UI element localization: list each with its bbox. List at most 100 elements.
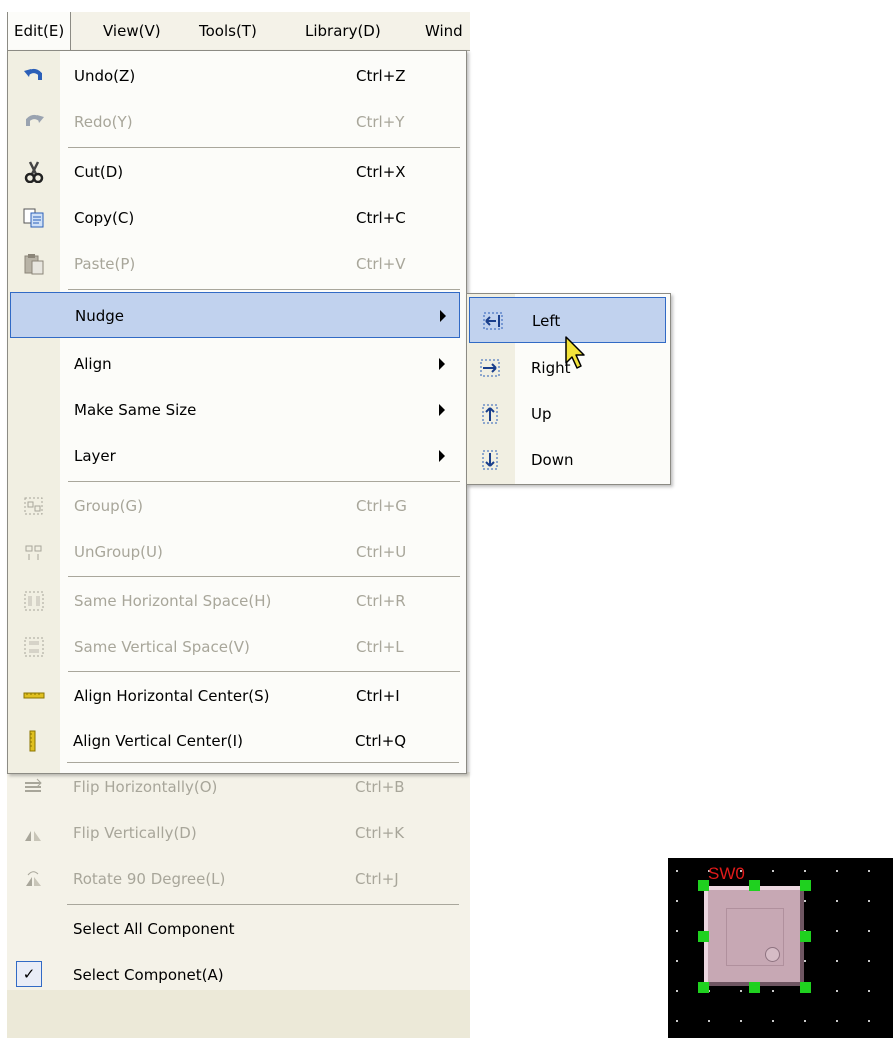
- menu-item-label: Redo(Y): [74, 113, 133, 131]
- menu-item-align[interactable]: Align: [8, 341, 466, 387]
- mouse-cursor-icon: [565, 336, 585, 369]
- grid-dot: [836, 900, 838, 902]
- grid-dot: [804, 960, 806, 962]
- submenu-item-label: Up: [531, 405, 552, 423]
- menu-item-same-horizontal-space[interactable]: Same Horizontal Space(H) Ctrl+R: [8, 578, 466, 624]
- grid-dot: [836, 990, 838, 992]
- undo-icon: [23, 65, 45, 87]
- grid-dot: [868, 990, 870, 992]
- grid-dot: [868, 960, 870, 962]
- menu-separator: [68, 671, 460, 672]
- vertical-space-icon: [23, 636, 45, 658]
- menu-item-label: Flip Vertically(D): [73, 824, 197, 842]
- menu-item-shortcut: Ctrl+X: [356, 163, 406, 181]
- menu-item-label: Same Vertical Space(V): [74, 638, 250, 656]
- align-vertical-center-icon: [22, 730, 44, 752]
- menu-separator: [67, 904, 459, 905]
- menu-item-undo[interactable]: Undo(Z) Ctrl+Z: [8, 53, 466, 99]
- menu-item-nudge[interactable]: Nudge: [10, 292, 460, 338]
- grid-dot: [676, 870, 678, 872]
- menu-item-layer[interactable]: Layer: [8, 433, 466, 479]
- menu-item-label: Paste(P): [74, 255, 136, 273]
- submenu-item-label: Left: [532, 312, 561, 330]
- menu-item-paste[interactable]: Paste(P) Ctrl+V: [8, 241, 466, 287]
- menu-tools[interactable]: Tools(T): [193, 12, 263, 50]
- selection-handle[interactable]: [749, 982, 760, 993]
- menu-item-same-vertical-space[interactable]: Same Vertical Space(V) Ctrl+L: [8, 624, 466, 670]
- menu-library[interactable]: Library(D): [299, 12, 387, 50]
- menu-item-shortcut: Ctrl+J: [355, 870, 399, 888]
- scissors-icon: [23, 161, 45, 184]
- menu-item-ungroup[interactable]: UnGroup(U) Ctrl+U: [8, 529, 466, 575]
- submenu-arrow-icon: [440, 310, 446, 322]
- menu-item-align-vertical-center[interactable]: Align Vertical Center(I) Ctrl+Q: [7, 718, 465, 764]
- menu-item-label: Align: [74, 355, 112, 373]
- design-canvas[interactable]: SW0: [668, 858, 893, 1038]
- grid-dot: [868, 870, 870, 872]
- nudge-submenu: Left Right Up Down: [466, 293, 671, 485]
- grid-dot: [772, 990, 774, 992]
- menu-item-label: Select All Component: [73, 920, 235, 938]
- submenu-item-label: Down: [531, 451, 574, 469]
- menu-item-redo[interactable]: Redo(Y) Ctrl+Y: [8, 99, 466, 145]
- menu-item-align-horizontal-center[interactable]: Align Horizontal Center(S) Ctrl+I: [8, 673, 466, 719]
- menu-item-select-componet[interactable]: ✓ Select Componet(A): [7, 952, 465, 998]
- menu-view[interactable]: View(V): [97, 12, 167, 50]
- grid-dot: [676, 930, 678, 932]
- switch-button-icon: [765, 947, 780, 962]
- horizontal-space-icon: [23, 590, 45, 612]
- menu-item-label: Align Horizontal Center(S): [74, 687, 270, 705]
- grid-dot: [676, 1020, 678, 1022]
- selection-handle[interactable]: [800, 931, 811, 942]
- selection-handle[interactable]: [749, 880, 760, 891]
- grid-dot: [804, 900, 806, 902]
- menu-bar: Edit(E) View(V) Tools(T) Library(D) Wind: [7, 12, 470, 51]
- selection-handle[interactable]: [800, 982, 811, 993]
- menu-item-shortcut: Ctrl+B: [355, 778, 405, 796]
- menu-item-make-same-size[interactable]: Make Same Size: [8, 387, 466, 433]
- menu-item-cut[interactable]: Cut(D) Ctrl+X: [8, 149, 466, 195]
- menu-item-group[interactable]: Group(G) Ctrl+G: [8, 483, 466, 529]
- menu-item-shortcut: Ctrl+Q: [355, 732, 407, 750]
- selection-handle[interactable]: [800, 880, 811, 891]
- menu-item-shortcut: Ctrl+I: [356, 687, 400, 705]
- nudge-down-icon: [479, 449, 501, 471]
- flip-vertical-icon: [22, 822, 44, 844]
- submenu-item-down[interactable]: Down: [467, 437, 670, 483]
- menu-edit[interactable]: Edit(E): [7, 12, 72, 50]
- paste-icon: [23, 253, 45, 275]
- menu-separator: [68, 481, 460, 482]
- nudge-right-icon: [479, 357, 501, 379]
- menu-item-shortcut: Ctrl+U: [356, 543, 407, 561]
- menu-item-flip-vertically[interactable]: Flip Vertically(D) Ctrl+K: [7, 810, 465, 856]
- menu-item-shortcut: Ctrl+C: [356, 209, 406, 227]
- selection-handle[interactable]: [698, 880, 709, 891]
- switch-face: [726, 908, 784, 966]
- redo-icon: [23, 111, 45, 133]
- menu-item-copy[interactable]: Copy(C) Ctrl+C: [8, 195, 466, 241]
- menu-item-label: Align Vertical Center(I): [73, 732, 243, 750]
- menu-window[interactable]: Wind: [419, 12, 469, 50]
- menu-item-label: Undo(Z): [74, 67, 136, 85]
- grid-dot: [676, 960, 678, 962]
- switch-component[interactable]: [704, 886, 804, 986]
- grid-dot: [676, 900, 678, 902]
- menu-item-label: Copy(C): [74, 209, 135, 227]
- ungroup-icon: [23, 541, 45, 563]
- menu-item-label: UnGroup(U): [74, 543, 163, 561]
- selection-handle[interactable]: [698, 982, 709, 993]
- menu-item-label: Make Same Size: [74, 401, 197, 419]
- grid-dot: [836, 870, 838, 872]
- submenu-item-up[interactable]: Up: [467, 391, 670, 437]
- menu-item-shortcut: Ctrl+V: [356, 255, 406, 273]
- grid-dot: [804, 870, 806, 872]
- selection-handle[interactable]: [698, 931, 709, 942]
- nudge-up-icon: [479, 403, 501, 425]
- submenu-arrow-icon: [439, 404, 445, 416]
- grid-dot: [868, 930, 870, 932]
- menu-item-flip-horizontally[interactable]: Flip Horizontally(O) Ctrl+B: [7, 764, 465, 810]
- grid-dot: [836, 930, 838, 932]
- menu-item-select-all-component[interactable]: Select All Component: [7, 906, 465, 952]
- menu-item-rotate-90[interactable]: Rotate 90 Degree(L) Ctrl+J: [7, 856, 465, 902]
- menu-separator: [68, 147, 460, 148]
